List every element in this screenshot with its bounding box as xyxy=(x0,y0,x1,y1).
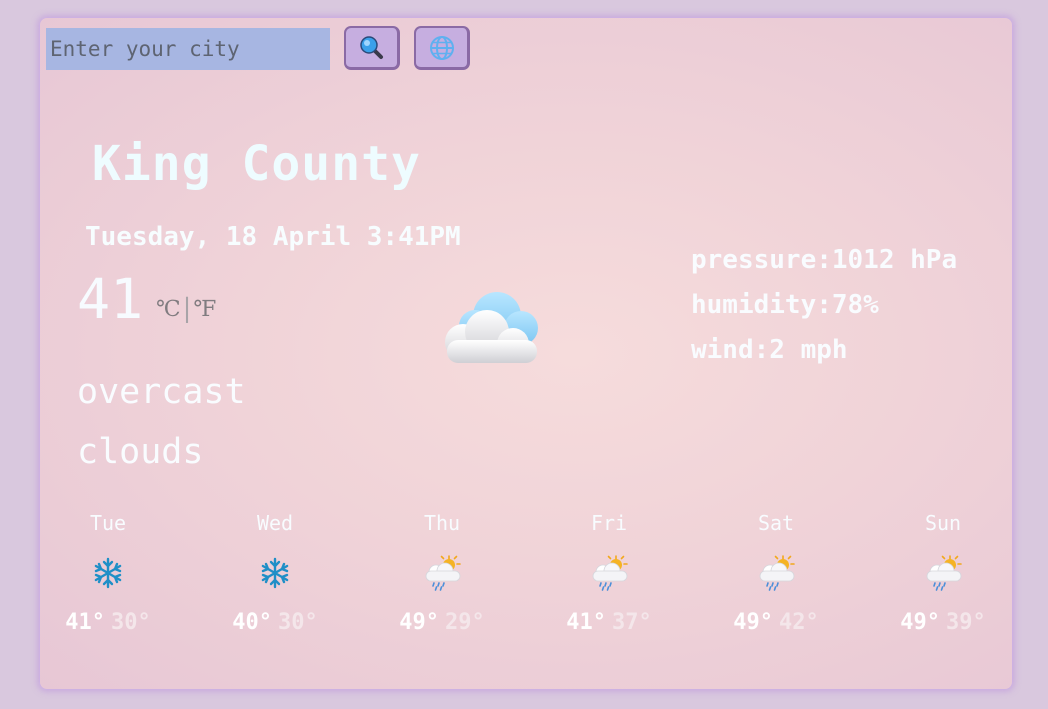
current-location-button[interactable] xyxy=(414,26,470,70)
forecast-day: Fri 41° 37° xyxy=(541,508,677,638)
fahrenheit-toggle[interactable]: ℉ xyxy=(193,297,216,322)
forecast-temps: 49° 29° xyxy=(374,608,510,638)
forecast-low: 37° xyxy=(612,610,652,635)
wind-stat: wind:2 mph xyxy=(691,335,848,365)
city-name: King County xyxy=(92,136,421,192)
search-button[interactable] xyxy=(344,26,400,70)
description-line-1: overcast xyxy=(77,372,246,412)
sun-rain-icon xyxy=(592,555,628,591)
forecast-low: 29° xyxy=(445,610,485,635)
current-temperature: 41 xyxy=(77,267,144,331)
forecast-day-name: Tue xyxy=(89,511,127,535)
forecast-high: 41° xyxy=(566,610,606,635)
unit-toggle: ℃ | ℉ xyxy=(156,294,216,324)
sun-rain-icon xyxy=(425,555,461,591)
magnifier-icon xyxy=(359,35,383,59)
forecast-row: Tue 41° 30° Wed 40° 30° Thu 49° 29° Fri … xyxy=(40,508,1012,648)
sun-rain-icon xyxy=(759,555,795,591)
forecast-high: 49° xyxy=(399,610,439,635)
snow-icon xyxy=(261,557,289,589)
weather-description: overcast clouds xyxy=(77,362,337,482)
forecast-high: 49° xyxy=(900,610,940,635)
globe-icon xyxy=(429,35,454,60)
forecast-low: 30° xyxy=(278,610,318,635)
forecast-day: Sat 49° 42° xyxy=(708,508,844,638)
snow-icon xyxy=(94,557,122,589)
weather-stats: pressure:1012 hPa humidity:78% wind:2 mp… xyxy=(691,240,957,375)
forecast-day-name: Sat xyxy=(757,511,795,535)
humidity-stat: humidity:78% xyxy=(691,290,879,320)
forecast-high: 40° xyxy=(232,610,272,635)
forecast-day-name: Wed xyxy=(256,511,294,535)
forecast-day: Wed 40° 30° xyxy=(207,508,343,638)
forecast-temps: 49° 39° xyxy=(875,608,1011,638)
forecast-high: 49° xyxy=(733,610,773,635)
forecast-temps: 41° 37° xyxy=(541,608,677,638)
forecast-low: 42° xyxy=(779,610,819,635)
description-line-2: clouds xyxy=(77,432,204,472)
unit-separator: | xyxy=(182,294,192,324)
forecast-day: Sun 49° 39° xyxy=(875,508,1011,638)
celsius-toggle[interactable]: ℃ xyxy=(156,297,181,322)
pressure-stat: pressure:1012 hPa xyxy=(691,245,958,275)
forecast-temps: 49° 42° xyxy=(708,608,844,638)
forecast-temps: 41° 30° xyxy=(40,608,176,638)
forecast-day: Thu 49° 29° xyxy=(374,508,510,638)
forecast-day-name: Thu xyxy=(423,511,461,535)
forecast-low: 30° xyxy=(111,610,151,635)
forecast-day-name: Sun xyxy=(924,511,962,535)
forecast-day-name: Fri xyxy=(590,511,628,535)
city-search-input[interactable] xyxy=(46,28,330,70)
sun-rain-icon xyxy=(926,555,962,591)
forecast-day: Tue 41° 30° xyxy=(40,508,176,638)
cloud-icon xyxy=(425,286,545,375)
forecast-temps: 40° 30° xyxy=(207,608,343,638)
current-datetime: Tuesday, 18 April 3:41PM xyxy=(85,222,461,252)
forecast-low: 39° xyxy=(946,610,986,635)
forecast-high: 41° xyxy=(65,610,105,635)
